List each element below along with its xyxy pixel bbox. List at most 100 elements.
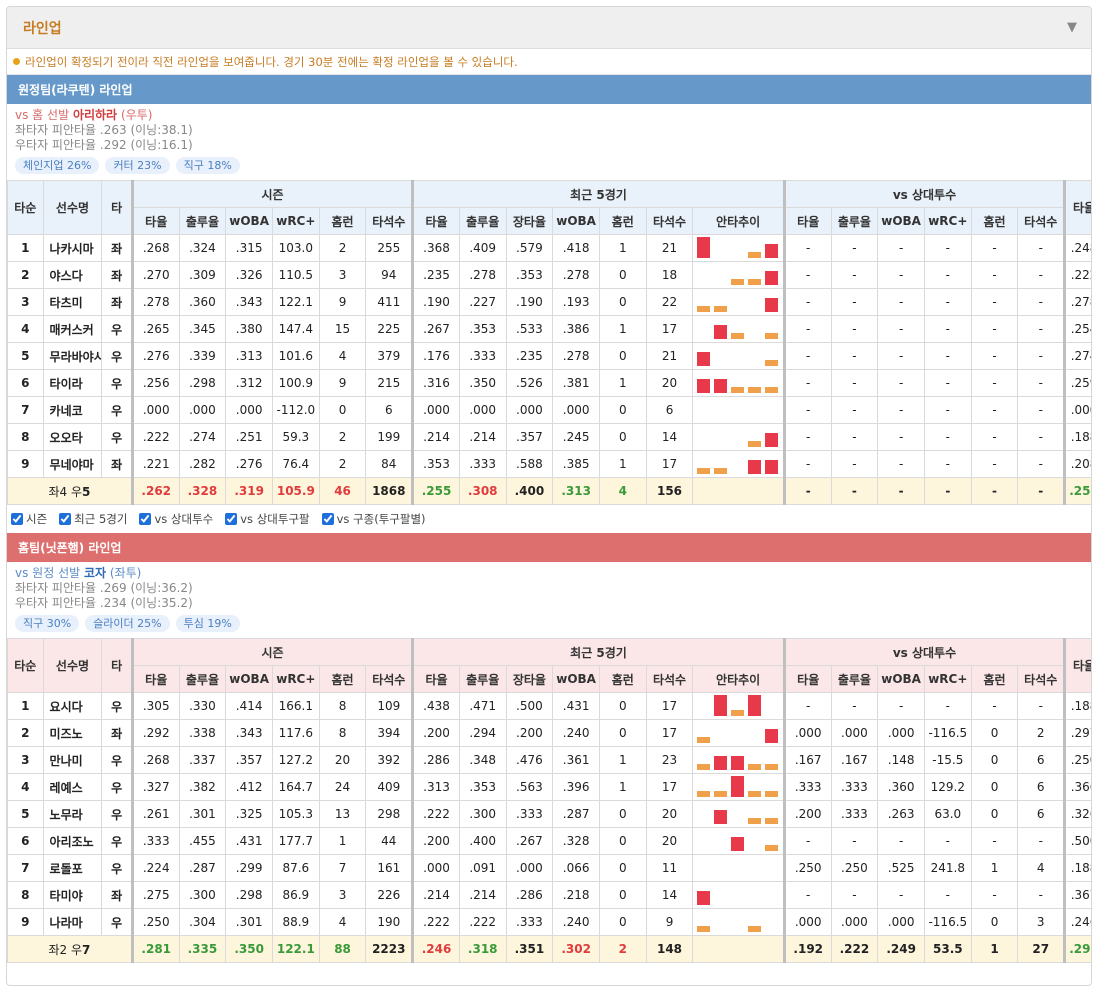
handedness-label: 좌4 우 bbox=[48, 484, 83, 499]
table-row: 7 로돌포 우 .224.287.299 87.6 7 161.000.091.000.06… bbox=[7, 854, 1091, 882]
vs-pitcher-stat: - bbox=[877, 261, 925, 289]
extra-avg-stat: .246 bbox=[1063, 908, 1091, 936]
toggle-recent5[interactable]: 최근 5경기 bbox=[59, 511, 127, 527]
hit-trend-bar bbox=[714, 695, 728, 716]
season-stat: .327 bbox=[130, 773, 180, 801]
home-split-right: 우타자 피안타율 .234 (이닝:35.2) bbox=[15, 596, 193, 610]
col-vs-wrc: wRC+ bbox=[923, 665, 972, 693]
player-name[interactable]: 요시다 bbox=[42, 692, 103, 720]
player-name[interactable]: 로돌포 bbox=[42, 854, 103, 882]
vs-pitcher-stat: 0 bbox=[970, 908, 1019, 936]
season-stat: 1 bbox=[318, 827, 367, 855]
summary-season-stat: .281 bbox=[130, 935, 180, 963]
home-opp-pitcher-name[interactable]: 코자 bbox=[84, 566, 106, 580]
col-bats: 타 bbox=[101, 180, 133, 235]
summary-row: 좌4 우5.262.328.319 105.9 46 1868.255.308.400… bbox=[7, 477, 1091, 505]
table-row: 3 만나미 우 .268.337.357 127.2 20 392.286.348.476.… bbox=[7, 746, 1091, 774]
hit-trend-bar bbox=[748, 926, 762, 932]
player-name[interactable]: 무네야마 bbox=[42, 450, 103, 478]
player-name[interactable]: 만나미 bbox=[42, 746, 103, 774]
hit-trend-cell bbox=[692, 692, 785, 720]
hit-trend-bar bbox=[731, 710, 745, 716]
bats-hand: 우 bbox=[101, 396, 133, 424]
recent-stat: 17 bbox=[645, 692, 694, 720]
player-name[interactable]: 미즈노 bbox=[42, 719, 103, 747]
hit-trend-bar bbox=[765, 460, 779, 474]
vs-pitcher-stat: - bbox=[782, 342, 832, 370]
recent-stat: .000 bbox=[505, 396, 554, 424]
recent-stat: 20 bbox=[645, 800, 694, 828]
vs-pitcher-stat: - bbox=[923, 369, 972, 397]
player-name[interactable]: 나카시마 bbox=[42, 234, 103, 262]
panel-header[interactable]: 라인업 ▼ bbox=[7, 7, 1091, 49]
season-stat: .431 bbox=[225, 827, 273, 855]
bats-hand: 우 bbox=[101, 315, 133, 343]
extra-avg-stat: .297 bbox=[1063, 719, 1091, 747]
col-player-name: 선수명 bbox=[42, 180, 103, 235]
summary-season-stat: .328 bbox=[178, 477, 227, 505]
toggle-season[interactable]: 시즌 bbox=[11, 511, 47, 527]
hit-trend-sparkline bbox=[694, 263, 783, 288]
hit-trend-cell bbox=[692, 342, 785, 370]
player-name[interactable]: 타이라 bbox=[42, 369, 103, 397]
player-name[interactable]: 타미야 bbox=[42, 881, 103, 909]
season-stat: .455 bbox=[178, 827, 227, 855]
recent-stat: .348 bbox=[458, 746, 507, 774]
player-name[interactable]: 레예스 bbox=[42, 773, 103, 801]
toggle-vs-pitcher[interactable]: vs 상대투수 bbox=[139, 511, 213, 527]
player-name[interactable]: 무라바야시 bbox=[42, 342, 103, 370]
vs-pitcher-stat: - bbox=[782, 288, 832, 316]
away-opp-pitcher-name[interactable]: 아리하라 bbox=[73, 108, 117, 122]
recent-stat: .368 bbox=[411, 234, 460, 262]
season-stat: 24 bbox=[318, 773, 367, 801]
summary-vs-stat: - bbox=[923, 477, 972, 505]
vs-pitcher-stat: .000 bbox=[877, 908, 925, 936]
recent-stat: 17 bbox=[645, 773, 694, 801]
vs-pitcher-stat: - bbox=[1017, 423, 1066, 451]
season-stat: -112.0 bbox=[271, 396, 320, 424]
batting-order: 5 bbox=[7, 800, 44, 828]
season-stat: .299 bbox=[225, 854, 273, 882]
player-name[interactable]: 야스다 bbox=[42, 261, 103, 289]
vs-pitcher-stat: 6 bbox=[1017, 773, 1066, 801]
toggle-season-checkbox[interactable] bbox=[11, 513, 23, 525]
collapse-triangle-icon[interactable]: ▼ bbox=[1067, 20, 1077, 35]
batting-order: 9 bbox=[7, 450, 44, 478]
toggle-vs-hand-checkbox[interactable] bbox=[225, 513, 238, 525]
toggle-vs-hand[interactable]: vs 상대투구팔 bbox=[225, 511, 310, 527]
recent-stat: 0 bbox=[598, 908, 647, 936]
toggle-recent5-checkbox[interactable] bbox=[59, 513, 72, 525]
player-name[interactable]: 오오타 bbox=[42, 423, 103, 451]
summary-recent-stat: 2 bbox=[598, 935, 647, 963]
player-name[interactable]: 아리조노 bbox=[42, 827, 103, 855]
col-recent-slg: 장타율 bbox=[505, 207, 554, 235]
lineup-panel: 라인업 ▼ 라인업이 확정되기 전이라 직전 라인업을 보여줍니다. 경기 30… bbox=[6, 6, 1092, 986]
col-vs-wrc: wRC+ bbox=[923, 207, 972, 235]
player-name[interactable]: 매커스커 bbox=[42, 315, 103, 343]
season-stat: .276 bbox=[130, 342, 180, 370]
season-stat: .268 bbox=[130, 746, 180, 774]
hit-trend-sparkline bbox=[694, 694, 783, 719]
toggle-vs-pitch-type-checkbox[interactable] bbox=[321, 513, 334, 525]
vs-pitcher-stat: - bbox=[877, 881, 925, 909]
col-season-obp: 출루율 bbox=[178, 665, 227, 693]
season-stat: 117.6 bbox=[271, 719, 320, 747]
hit-trend-bar bbox=[697, 791, 711, 797]
player-name[interactable]: 노무라 bbox=[42, 800, 103, 828]
vs-pitcher-stat: .333 bbox=[830, 773, 879, 801]
player-name[interactable]: 나라마 bbox=[42, 908, 103, 936]
batting-order: 4 bbox=[7, 315, 44, 343]
col-recent-hr: 홈런 bbox=[598, 207, 647, 235]
table-row: 5 무라바야시 우 .276.339.313 101.6 4 379.176.333.235… bbox=[7, 342, 1091, 370]
player-name[interactable]: 카네코 bbox=[42, 396, 103, 424]
recent-stat: 6 bbox=[645, 396, 694, 424]
toggle-vs-pitcher-checkbox[interactable] bbox=[139, 513, 152, 525]
player-name[interactable]: 타츠미 bbox=[42, 288, 103, 316]
vs-pitcher-stat: - bbox=[923, 423, 972, 451]
recent-stat: 0 bbox=[598, 423, 647, 451]
vs-pitcher-stat: .000 bbox=[830, 719, 879, 747]
summary-recent-stat: .302 bbox=[552, 935, 600, 963]
season-stat: 161 bbox=[365, 854, 414, 882]
toggle-vs-pitch-type[interactable]: vs 구종(투구팔별) bbox=[321, 511, 426, 527]
bats-hand: 좌 bbox=[101, 261, 133, 289]
